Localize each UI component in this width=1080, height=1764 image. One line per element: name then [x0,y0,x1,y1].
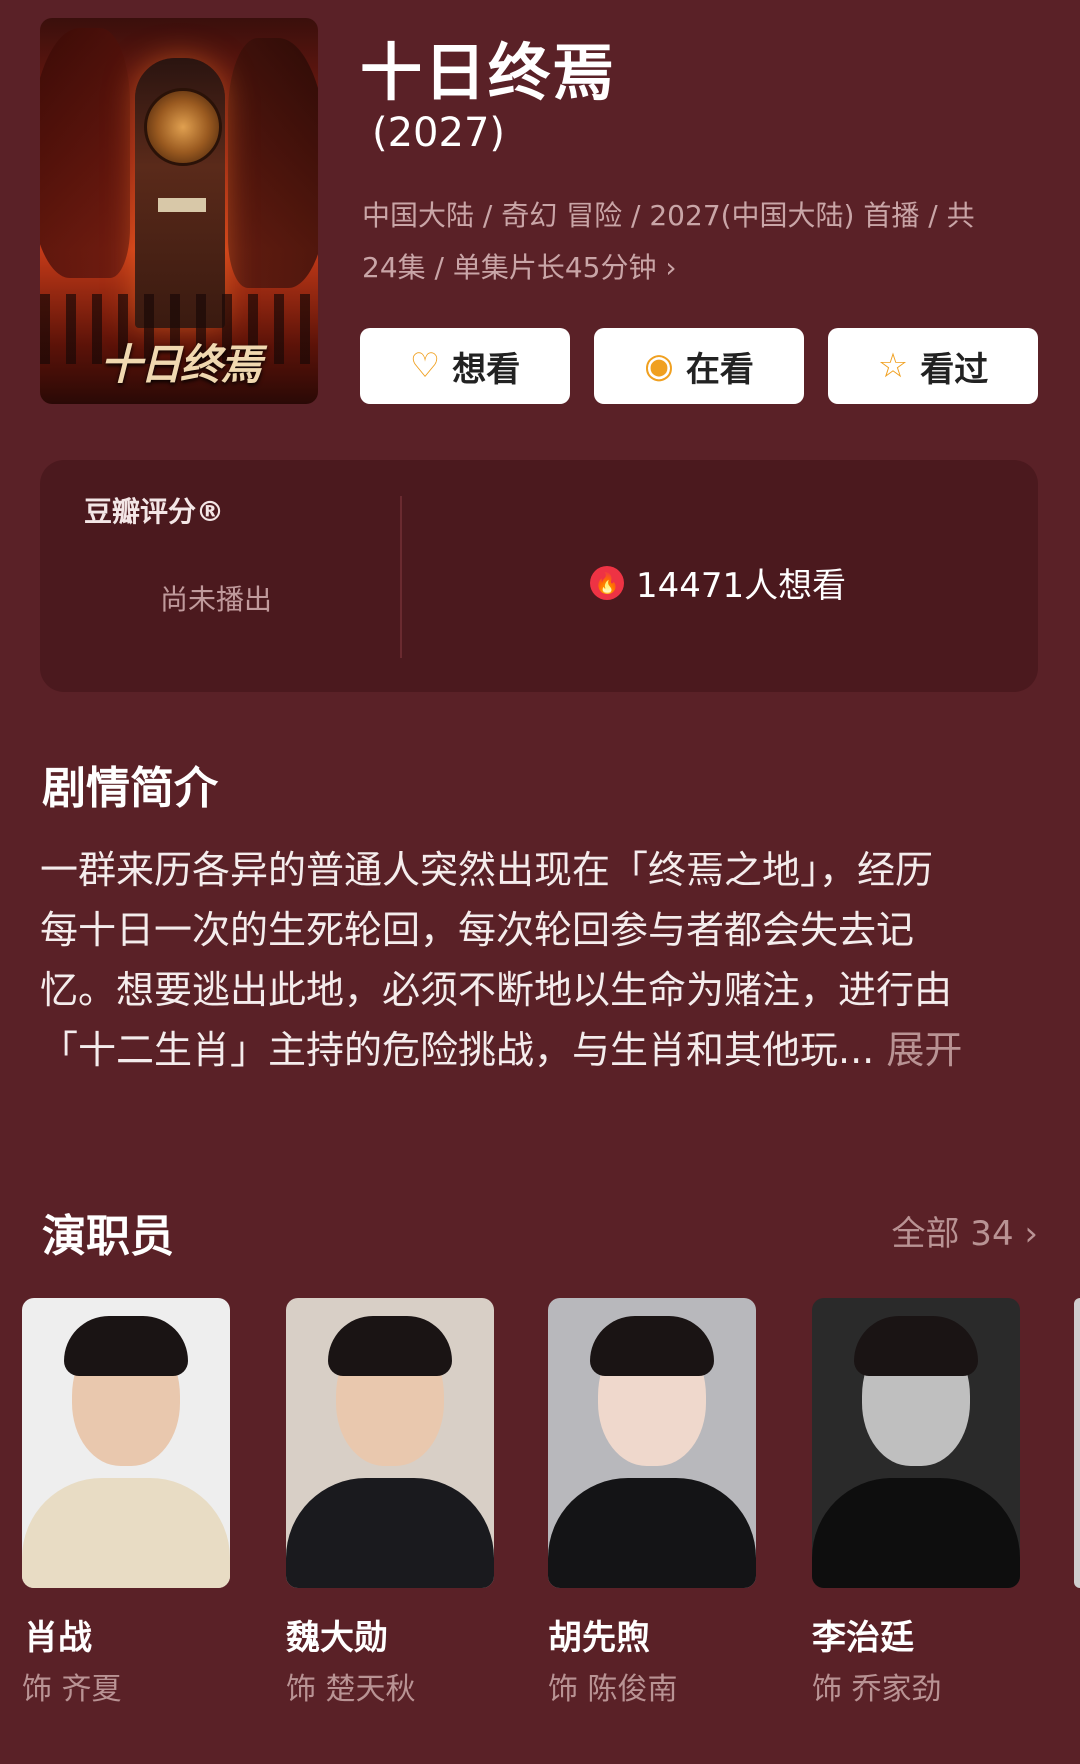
synopsis-line-1: 一群来历各异的普通人突然出现在「终焉之地」，经历 [40,848,934,892]
cast-photo[interactable] [548,1298,756,1588]
want-to-watch-button[interactable]: ♡ 想看 [360,328,570,404]
rating-divider [400,496,402,658]
next-cast-card-edge [1074,1298,1080,1588]
cast-role: 饰 齐夏 [22,1672,122,1707]
hair-shape [854,1316,978,1376]
heart-plus-icon: ♡ [409,346,441,386]
synopsis-heading: 剧情简介 [42,763,218,814]
douban-rating-label: 豆瓣评分® [84,495,225,528]
hair-shape [328,1316,452,1376]
cast-name: 胡先煦 [548,1618,650,1658]
rating-panel[interactable]: 豆瓣评分® 尚未播出 🔥 14471人想看 [40,460,1038,692]
body-shape [22,1478,230,1588]
cast-photo[interactable] [812,1298,1020,1588]
rating-status: 尚未播出 [160,583,273,616]
hair-shape [64,1316,188,1376]
show-title: 十日终焉 [360,36,617,109]
watched-label: 看过 [920,349,989,390]
show-year: (2027) [372,110,506,156]
want-count: 🔥 14471人想看 [590,558,846,607]
body-shape [548,1478,756,1588]
cast-photo[interactable] [22,1298,230,1588]
cast-role: 饰 陈俊南 [548,1672,678,1707]
cast-name: 李治廷 [812,1618,914,1658]
poster-sign [158,198,206,212]
show-meta[interactable]: 中国大陆 / 奇幻 冒险 / 2027(中国大陆) 首播 / 共 24集 / 单… [362,190,1022,294]
poster-monster-right [228,38,318,288]
want-to-watch-label: 想看 [452,349,521,390]
poster-monster-left [40,28,130,278]
cast-role: 饰 乔家劲 [812,1672,942,1707]
body-shape [812,1478,1020,1588]
synopsis-text[interactable]: 一群来历各异的普通人突然出现在「终焉之地」，经历 每十日一次的生死轮回，每次轮回… [40,840,1040,1080]
want-count-text: 14471人想看 [636,566,847,606]
cast-name: 魏大勋 [286,1618,388,1658]
expand-link[interactable]: 展开 [874,1028,962,1072]
flame-icon: 🔥 [590,565,624,600]
synopsis-line-3: 忆。想要逃出此地，必须不断地以生命为赌注，进行由 [40,968,953,1012]
watched-button[interactable]: ☆ 看过 [828,328,1038,404]
chevron-right-icon: › [1024,1214,1038,1254]
cast-name: 肖战 [24,1618,92,1658]
cast-role: 饰 楚天秋 [286,1672,416,1707]
meta-line-1: 中国大陆 / 奇幻 冒险 / 2027(中国大陆) 首播 / 共 [362,199,975,232]
watching-label: 在看 [685,349,754,390]
synopsis-line-2: 每十日一次的生死轮回，每次轮回参与者都会失去记 [40,908,915,952]
watching-button[interactable]: ◉ 在看 [594,328,804,404]
synopsis-line-4: 「十二生肖」主持的危险挑战，与生肖和其他玩... 展开 [40,1028,963,1072]
body-shape [286,1478,494,1588]
cast-photo[interactable] [286,1298,494,1588]
poster-image[interactable]: 十日终焉 [40,18,318,404]
star-icon: ☆ [877,346,909,386]
poster-title-logo: 十日终焉 [100,340,262,389]
cast-heading: 演职员 [42,1211,174,1262]
chevron-right-icon: › [665,251,677,284]
poster-clock [144,88,222,166]
hair-shape [590,1316,714,1376]
circle-dot-icon: ◉ [644,346,674,386]
meta-line-2: 24集 / 单集片长45分钟 › [362,251,677,284]
view-all-cast-link[interactable]: 全部 34 › [892,1206,1039,1255]
